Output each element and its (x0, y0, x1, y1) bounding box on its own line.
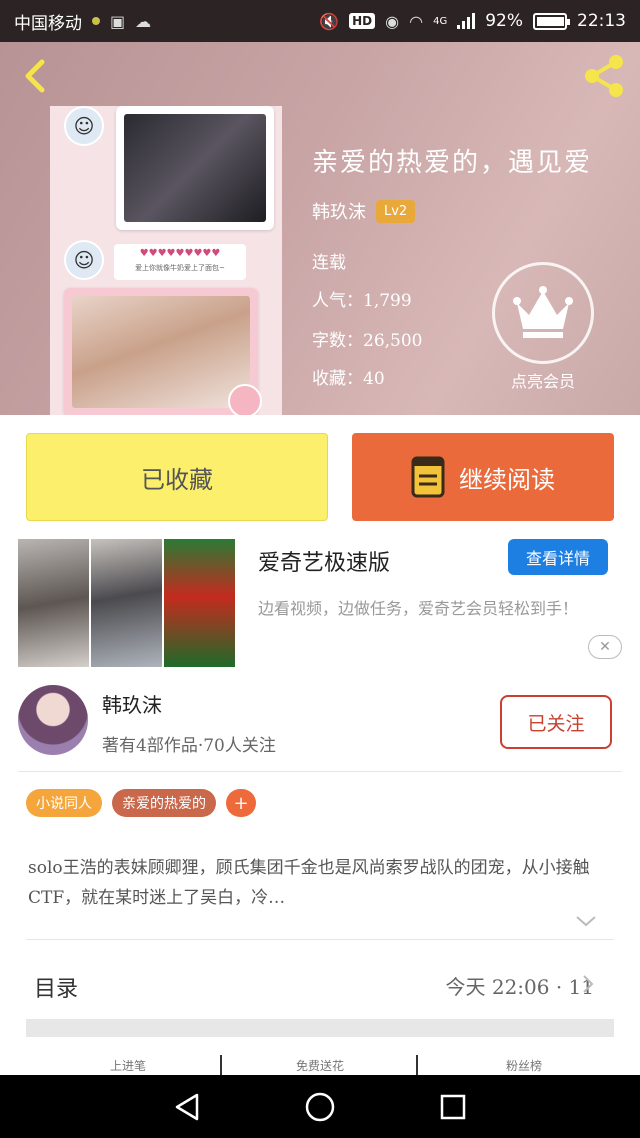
ad-banner[interactable]: 爱奇艺极速版 查看详情 边看视频，边做任务，爱奇艺会员轻松到手！ ✕ (0, 525, 640, 675)
close-icon: ✕ (599, 639, 611, 655)
toc-label[interactable]: 目录 (34, 971, 78, 1003)
eye-icon: ◉ (385, 11, 400, 31)
book-popularity: 人气：1,799 (312, 291, 412, 311)
chevron-down-icon[interactable] (574, 913, 598, 929)
tab-fan-ranking[interactable]: 粉丝榜 (506, 1057, 542, 1074)
ad-title: 爱奇艺极速版 (258, 551, 391, 576)
share-icon (585, 55, 623, 97)
author-name[interactable]: 韩玖沫 (102, 689, 162, 718)
author-section: 韩玖沫 著有4部作品·70人关注 已关注 小说同人 亲爱的热爱的 + solo王… (0, 675, 640, 1115)
cover-avatar-boy: ☺ (64, 106, 104, 146)
placeholder-bar (26, 1019, 614, 1037)
book-favorites: 收藏：40 (312, 369, 385, 389)
add-tag-button[interactable]: + (226, 789, 256, 817)
nav-back-button[interactable] (167, 1087, 207, 1127)
ad-detail-button[interactable]: 查看详情 (508, 539, 608, 575)
ad-close-button[interactable]: ✕ (588, 635, 622, 659)
ad-thumb-1 (18, 539, 89, 667)
ad-thumb-2 (91, 539, 162, 667)
mute-icon: 🔇 (319, 11, 340, 31)
crown-icon (492, 262, 594, 364)
ad-thumb-3 (164, 539, 235, 667)
triangle-back-icon (175, 1093, 198, 1120)
divider (18, 771, 622, 772)
author-meta: 著有4部作品·70人关注 (102, 736, 276, 756)
book-title: 亲爱的热爱的，遇见爱 (312, 148, 593, 178)
tab-send-flowers[interactable]: 免费送花 (296, 1057, 344, 1074)
divider (26, 939, 614, 940)
toc-updated: 今天 22:06 · 11 (445, 975, 594, 999)
chevron-right-icon[interactable] (580, 973, 596, 995)
nav-home-button[interactable] (300, 1087, 340, 1127)
tag-item[interactable]: 亲爱的热爱的 (112, 789, 216, 817)
collected-button[interactable]: 已收藏 (26, 433, 328, 521)
continue-reading-button[interactable]: 继续阅读 (352, 433, 614, 521)
cover-avatar-boy-2: ☺ (64, 240, 104, 280)
signal-icon (457, 13, 476, 29)
battery-icon (533, 12, 570, 30)
wifi-icon: ◠ (409, 11, 424, 31)
weather-icon: ☁ (135, 11, 152, 31)
carrier-name: 中国移动 (14, 13, 82, 34)
tag-item[interactable]: 小说同人 (26, 789, 102, 817)
cover-photo-boy (116, 106, 274, 230)
notification-dot-icon (92, 17, 100, 25)
nav-recents-button[interactable] (433, 1087, 473, 1127)
book-status: 连载 (312, 253, 346, 273)
level-badge: Lv2 (376, 199, 416, 223)
ad-description: 边看视频，边做任务，爱奇艺会员轻松到手！ (258, 599, 579, 618)
book-author[interactable]: 韩玖沫 (312, 198, 366, 224)
square-recents-icon (441, 1094, 466, 1119)
tab-pen[interactable]: 上进笔 (110, 1057, 146, 1074)
system-nav-bar (0, 1075, 640, 1138)
battery-percent: 92% (485, 11, 523, 31)
book-cover[interactable]: ☺ ☺ ♥♥♥♥♥♥♥♥♥ 爱上你就像牛奶爱上了面包~ (50, 106, 282, 415)
hd-icon: HD (349, 13, 376, 29)
book-header: ☺ ☺ ♥♥♥♥♥♥♥♥♥ 爱上你就像牛奶爱上了面包~ 亲爱的热爱的，遇见爱 韩… (0, 42, 640, 415)
status-bar: 中国移动 ▣ ☁ 🔇 HD ◉ ◠ 4G 92% 22:13 (0, 0, 640, 42)
circle-home-icon (305, 1092, 335, 1121)
book-author-line: 韩玖沫 Lv2 (312, 198, 416, 224)
chevron-left-icon (25, 59, 45, 93)
back-button[interactable] (16, 56, 56, 96)
tag-list: 小说同人 亲爱的热爱的 + (26, 789, 256, 817)
vip-button[interactable]: 点亮会员 (492, 262, 594, 392)
clock: 22:13 (577, 11, 626, 31)
share-button[interactable] (580, 52, 628, 100)
cover-avatar-girl (228, 384, 262, 415)
network-type: 4G (433, 15, 448, 27)
briefcase-icon: ▣ (110, 11, 126, 31)
ad-thumbnails (18, 539, 235, 667)
author-avatar[interactable] (18, 685, 88, 755)
book-icon (411, 456, 445, 498)
cover-chat-bubble: ♥♥♥♥♥♥♥♥♥ 爱上你就像牛奶爱上了面包~ (114, 244, 246, 280)
follow-button[interactable]: 已关注 (500, 695, 612, 749)
action-bar: 已收藏 继续阅读 (0, 415, 640, 525)
continue-reading-label: 继续阅读 (459, 465, 555, 494)
book-synopsis[interactable]: solo王浩的表妹顾卿狸，顾氏集团千金也是风尚索罗战队的团宠，从小接触CTF，就… (28, 853, 612, 917)
book-word-count: 字数：26,500 (312, 331, 423, 351)
vip-label: 点亮会员 (510, 372, 575, 391)
